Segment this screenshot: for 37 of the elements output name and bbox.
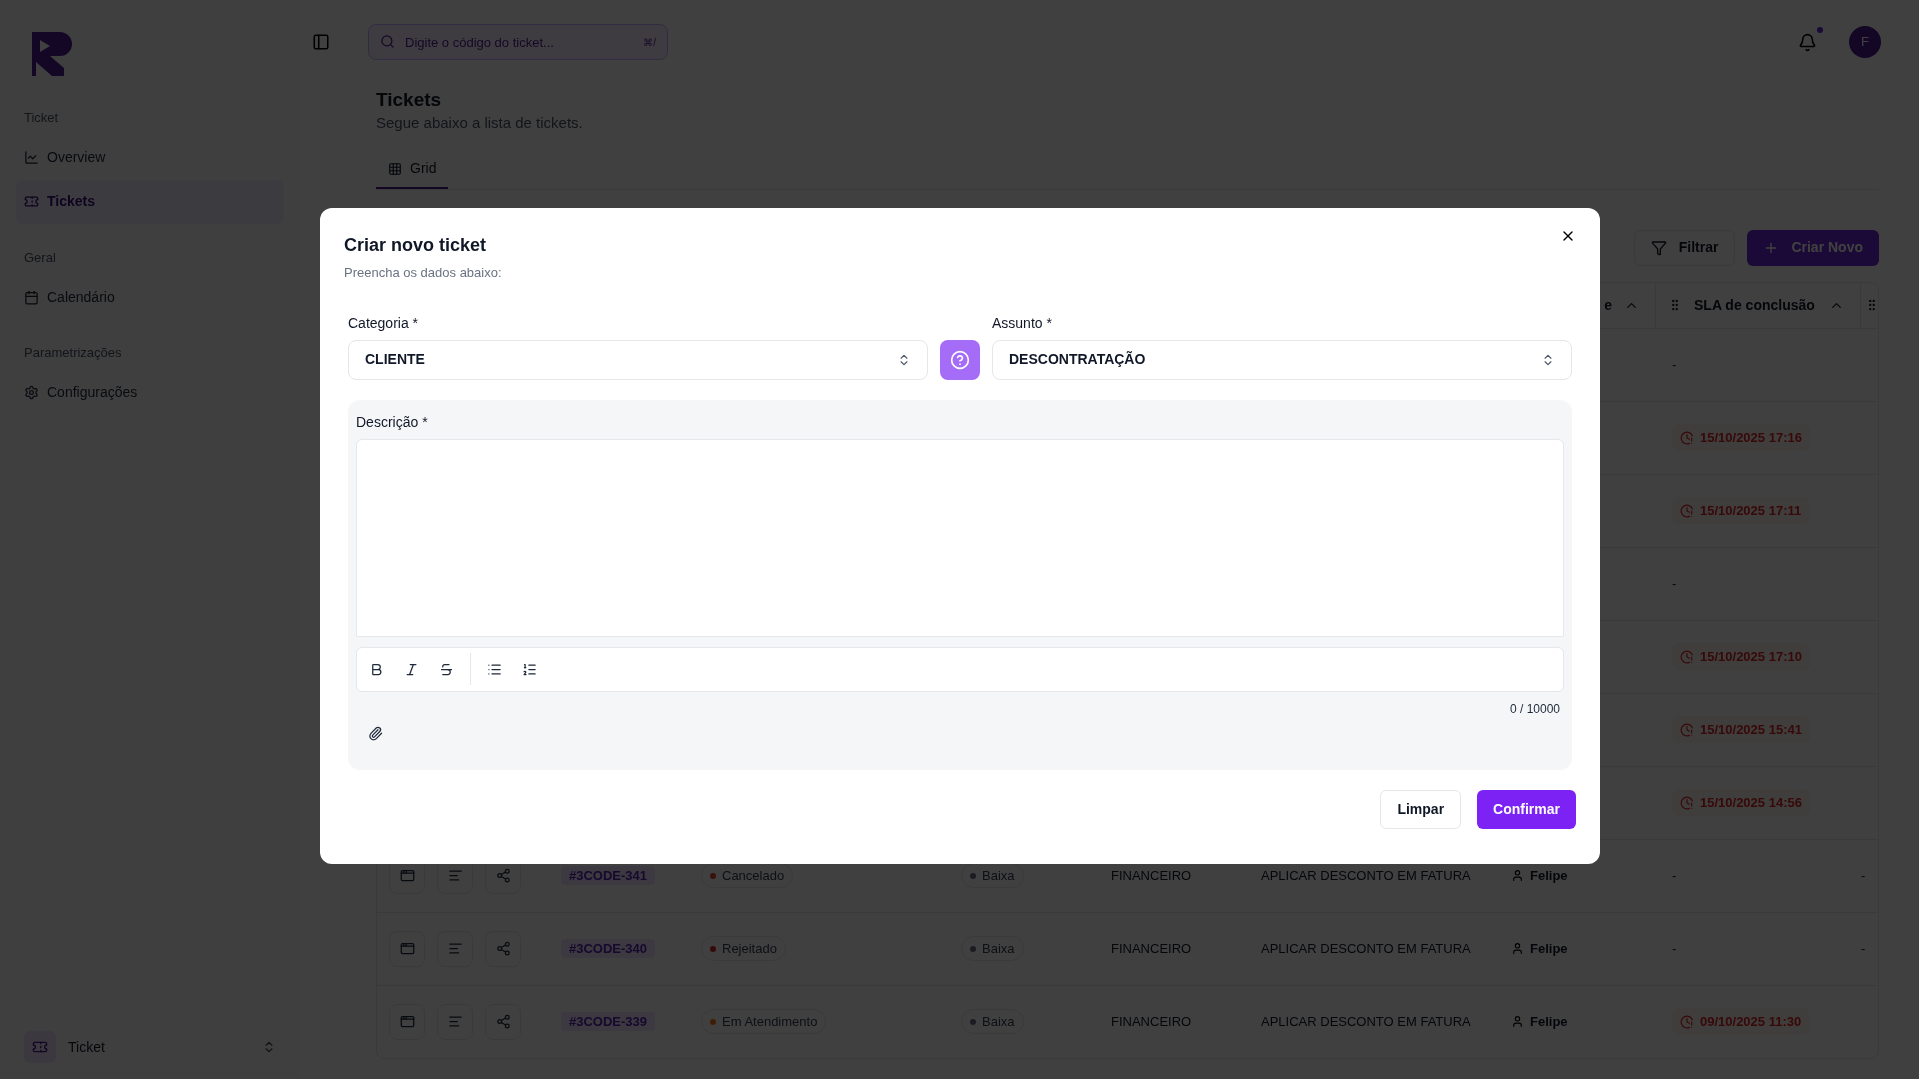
cell-text: -	[1861, 940, 1866, 956]
bold-icon[interactable]	[369, 661, 384, 677]
category-text: FINANCEIRO	[1111, 867, 1192, 883]
field-label: Assunto *	[992, 313, 1053, 333]
subject-text: APLICAR DESCONTO EM FATURA	[1261, 940, 1471, 956]
sla-empty: -	[1672, 867, 1677, 883]
field-label: Categoria *	[348, 313, 420, 333]
confirm-button[interactable]: Confirmar	[1477, 789, 1576, 829]
sla-empty: -	[1672, 575, 1677, 591]
strikethrough-icon[interactable]	[439, 661, 454, 677]
character-counter: 0 / 10000	[1509, 700, 1560, 718]
assignee-name: Felipe	[1530, 866, 1568, 885]
select-field[interactable]: DESCONTRATAÇÃO	[992, 339, 1572, 380]
clear-button[interactable]: Limpar	[1380, 789, 1462, 829]
field-label: Descrição *	[356, 412, 428, 432]
help-icon	[950, 349, 970, 370]
bullet-list-icon[interactable]	[487, 661, 502, 677]
dialog-subtitle: Preencha os dados abaixo:	[344, 264, 502, 282]
select-field[interactable]: CLIENTE	[348, 339, 928, 380]
numbered-list-icon[interactable]	[522, 661, 537, 677]
italic-icon[interactable]	[404, 661, 419, 677]
category-text: FINANCEIRO	[1111, 940, 1192, 956]
subject-text: APLICAR DESCONTO EM FATURA	[1261, 867, 1471, 883]
category-text: FINANCEIRO	[1111, 1013, 1192, 1029]
sla-empty: -	[1672, 356, 1677, 372]
page-title: Tickets	[376, 88, 443, 112]
shortcut-hint: ⌘/	[643, 36, 656, 50]
cell-text: -	[1861, 867, 1866, 883]
description-field[interactable]	[356, 438, 1564, 637]
workspace-label: Ticket	[68, 1037, 105, 1057]
dialog-title: Criar novo ticket	[344, 234, 487, 257]
assignee-name: Felipe	[1530, 939, 1568, 958]
sla-empty: -	[1672, 940, 1677, 956]
help-button[interactable]	[940, 339, 980, 380]
assignee-name: Felipe	[1530, 1012, 1568, 1031]
paperclip-icon[interactable]	[368, 725, 383, 741]
subject-text: APLICAR DESCONTO EM FATURA	[1261, 1013, 1471, 1029]
